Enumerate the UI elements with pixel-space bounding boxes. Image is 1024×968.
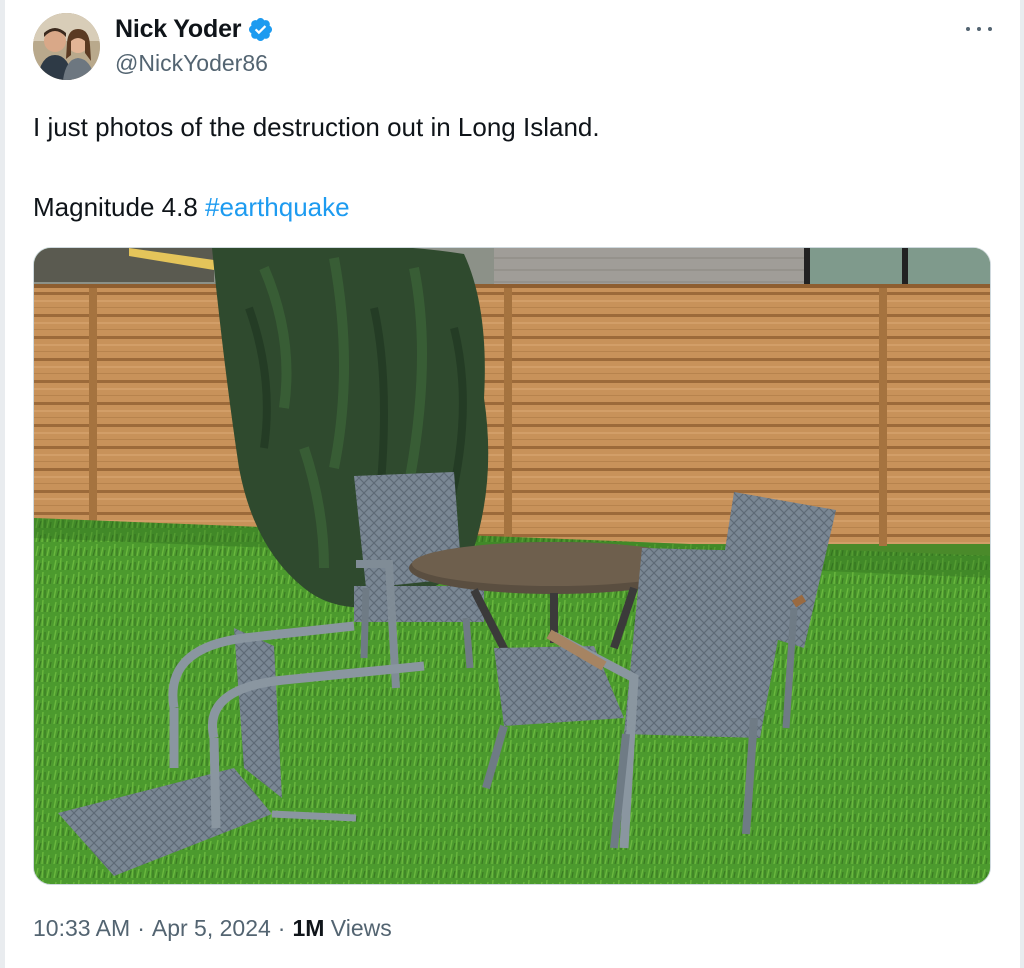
verified-badge-icon [249, 17, 273, 42]
author-display-name[interactable]: Nick Yoder [115, 15, 241, 44]
meta-separator: · [137, 915, 145, 941]
tweet-meta: 10:33 AM · Apr 5, 2024 · 1M Views [33, 915, 392, 942]
author-handle[interactable]: @NickYoder86 [115, 50, 268, 77]
views-label: Views [330, 915, 392, 941]
hashtag-link[interactable]: #earthquake [205, 192, 350, 222]
views-count: 1M [292, 915, 325, 941]
more-options-icon[interactable] [964, 19, 994, 39]
author-name-row: Nick Yoder [115, 15, 274, 44]
frame-right-edge [1020, 0, 1024, 968]
views[interactable]: 1M Views [292, 915, 391, 942]
more-dot [966, 27, 970, 31]
more-dot [977, 27, 981, 31]
timestamp-date[interactable]: Apr 5, 2024 [152, 915, 271, 942]
tweet-photo[interactable] [33, 247, 991, 885]
meta-separator: · [277, 915, 286, 941]
magnitude-text: Magnitude 4.8 [33, 192, 206, 222]
tweet-text-line-2: Magnitude 4.8 #earthquake [33, 187, 994, 227]
frame-left-edge [0, 0, 5, 968]
timestamp-time[interactable]: 10:33 AM [33, 915, 130, 942]
tweet-header: Nick Yoder @NickYoder86 [33, 13, 994, 83]
avatar[interactable] [33, 13, 100, 80]
tweet-text: I just photos of the destruction out in … [33, 107, 994, 227]
tweet-text-line-1: I just photos of the destruction out in … [33, 112, 600, 142]
more-dot [988, 27, 992, 31]
